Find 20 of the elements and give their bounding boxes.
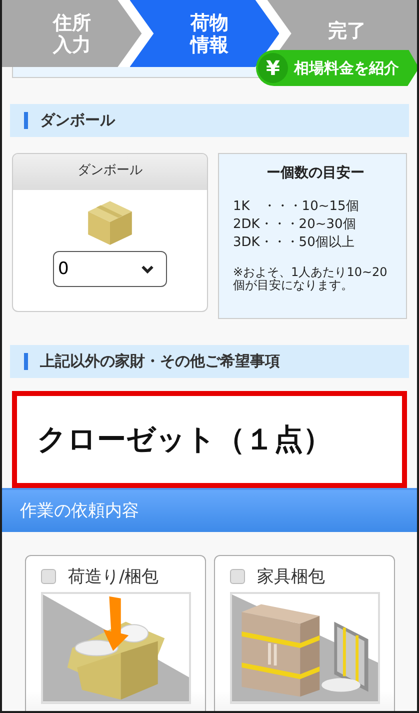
checkbox[interactable]	[230, 568, 245, 584]
option-label: 荷造り/梱包	[68, 566, 159, 588]
option-card[interactable]: 家具梱包	[214, 555, 395, 711]
option-label: 家具梱包	[257, 566, 325, 588]
guide-note: ※およそ、1人あたり10~20個が目安になります。	[233, 266, 388, 292]
guide-title: ー個数の目安ー	[266, 164, 366, 182]
quantity-select[interactable]: 0	[53, 251, 167, 287]
guide-text: 3DK・・・50個以上	[233, 234, 356, 252]
progress-step: 住所 入力	[2, 0, 142, 67]
option-card[interactable]: 荷造り/梱包	[25, 555, 206, 711]
checkbox[interactable]	[41, 568, 56, 584]
request-field[interactable]: クローゼット（１点）	[12, 391, 407, 488]
section-heading: ダンボール	[10, 104, 409, 137]
section-heading: 上記以外の家財・その他ご希望事項	[10, 345, 409, 378]
cardboard-box-icon	[86, 199, 134, 247]
section-header: 作業の依頼内容	[2, 488, 417, 532]
guide-text: 2DK・・・20~30個	[233, 216, 357, 234]
item-title: ダンボール	[13, 154, 207, 190]
chevron-down-icon	[141, 264, 154, 274]
guide-text: 1K ・・・10~15個	[233, 198, 360, 216]
